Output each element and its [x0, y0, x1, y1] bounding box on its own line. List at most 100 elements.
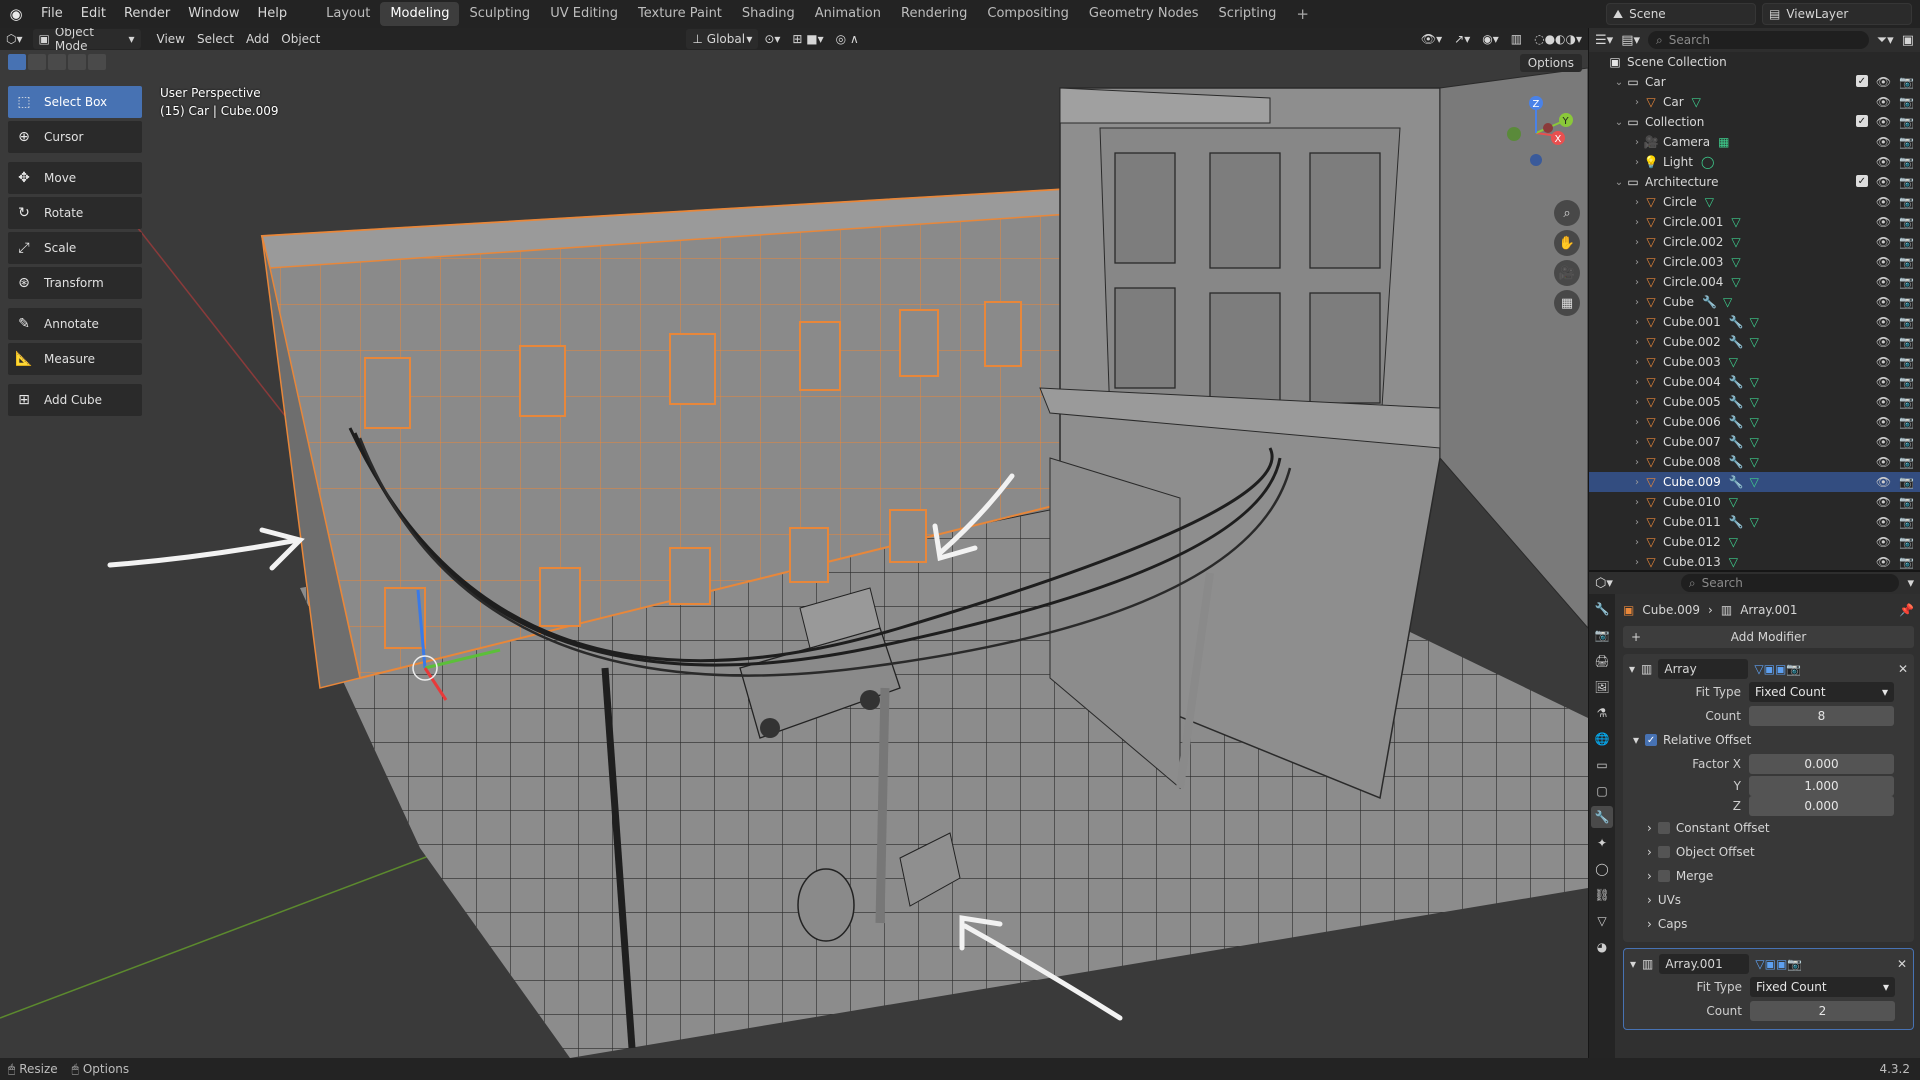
eye-icon[interactable]: 👁: [1876, 535, 1891, 549]
render-camera-icon[interactable]: 📷: [1899, 135, 1914, 149]
gizmo-icon[interactable]: ↗▾: [1448, 29, 1476, 49]
mesh-data-icon[interactable]: ▽: [1729, 355, 1738, 369]
visibility-icon[interactable]: 👁▾: [1415, 29, 1448, 49]
tool-scale[interactable]: ⤢ Scale: [8, 232, 142, 264]
render-camera-icon[interactable]: 📷: [1899, 555, 1914, 569]
expand-chevron-icon[interactable]: ›: [1631, 217, 1643, 228]
pivot-icon[interactable]: ⊙▾: [758, 29, 786, 49]
world-tab-icon[interactable]: 🌐: [1591, 728, 1613, 750]
outliner-row[interactable]: › ▽ Cube.003 ▽ 👁 📷: [1589, 352, 1920, 372]
expand-chevron-icon[interactable]: ›: [1631, 317, 1643, 328]
modifier-wrench-icon[interactable]: 🔧: [1729, 475, 1744, 489]
viewport-options-button[interactable]: Options: [1519, 54, 1582, 72]
collapse-chevron-icon[interactable]: ▾: [1630, 957, 1636, 971]
eye-icon[interactable]: 👁: [1876, 335, 1891, 349]
select-new-icon[interactable]: [8, 54, 26, 70]
render-tab-icon[interactable]: 📷: [1591, 624, 1613, 646]
select-subtract-icon[interactable]: [48, 54, 66, 70]
modifier-tab-icon[interactable]: 🔧: [1591, 806, 1613, 828]
eye-icon[interactable]: 👁: [1876, 155, 1891, 169]
uvs-header[interactable]: › UVs: [1629, 888, 1908, 912]
expand-chevron-icon[interactable]: ›: [1631, 257, 1643, 268]
eye-icon[interactable]: 👁: [1876, 255, 1891, 269]
render-camera-icon[interactable]: 📷: [1899, 355, 1914, 369]
tool-rotate[interactable]: ↻ Rotate: [8, 197, 142, 229]
modifier-wrench-icon[interactable]: 🔧: [1729, 395, 1744, 409]
outliner-row[interactable]: ⌄ ▭ Car ✓ 👁 📷: [1589, 72, 1920, 92]
render-camera-icon[interactable]: 📷: [1899, 415, 1914, 429]
render-camera-icon[interactable]: 📷: [1899, 495, 1914, 509]
exclude-checkbox[interactable]: ✓: [1855, 115, 1868, 127]
modifier-wrench-icon[interactable]: 🔧: [1729, 375, 1744, 389]
expand-chevron-icon[interactable]: ⌄: [1613, 117, 1625, 128]
eye-icon[interactable]: 👁: [1876, 135, 1891, 149]
expand-chevron-icon[interactable]: ›: [1631, 277, 1643, 288]
expand-chevron-icon[interactable]: ›: [1631, 337, 1643, 348]
outliner-row[interactable]: › ▽ Cube.002 🔧 ▽ 👁 📷: [1589, 332, 1920, 352]
outliner-row[interactable]: › ▽ Cube 🔧 ▽ 👁 📷: [1589, 292, 1920, 312]
outliner-row[interactable]: › ▽ Cube.005 🔧 ▽ 👁 📷: [1589, 392, 1920, 412]
relative-offset-checkbox[interactable]: ✓: [1645, 734, 1658, 746]
mode-selector[interactable]: ▣ Object Mode ▾: [32, 28, 141, 53]
outliner-row[interactable]: ▣ Scene Collection: [1589, 52, 1920, 72]
factor-x-field[interactable]: 0.000: [1749, 754, 1894, 774]
eye-icon[interactable]: 👁: [1876, 195, 1891, 209]
eye-icon[interactable]: 👁: [1876, 235, 1891, 249]
render-camera-icon[interactable]: 📷: [1899, 515, 1914, 529]
expand-chevron-icon[interactable]: ›: [1631, 237, 1643, 248]
modifier-wrench-icon[interactable]: 🔧: [1729, 415, 1744, 429]
scene-tab-icon[interactable]: ⚗: [1591, 702, 1613, 724]
expand-chevron-icon[interactable]: ›: [1631, 477, 1643, 488]
render-camera-icon[interactable]: 📷: [1899, 375, 1914, 389]
object-offset-checkbox[interactable]: [1657, 846, 1670, 858]
expand-chevron-icon[interactable]: ›: [1631, 377, 1643, 388]
menu-window[interactable]: Window: [179, 0, 248, 28]
outliner-row[interactable]: › 💡 Light ◯ 👁 📷: [1589, 152, 1920, 172]
mesh-data-icon[interactable]: ▽: [1750, 515, 1759, 529]
exclude-checkbox[interactable]: ✓: [1855, 75, 1868, 87]
tool-measure[interactable]: 📐 Measure: [8, 343, 142, 375]
outliner-row[interactable]: › ▽ Circle.004 ▽ 👁 📷: [1589, 272, 1920, 292]
properties-search[interactable]: ⌕ Search: [1680, 574, 1900, 592]
exclude-checkbox[interactable]: ✓: [1855, 175, 1868, 187]
scene-selector[interactable]: ⛰ Scene: [1606, 3, 1756, 25]
tab-texture-paint[interactable]: Texture Paint: [628, 2, 732, 26]
fit-type-dropdown[interactable]: Fixed Count ▾: [1749, 682, 1894, 702]
eye-icon[interactable]: 👁: [1876, 515, 1891, 529]
eye-icon[interactable]: 👁: [1876, 95, 1891, 109]
modifier-wrench-icon[interactable]: 🔧: [1729, 335, 1744, 349]
render-camera-icon[interactable]: 📷: [1899, 195, 1914, 209]
view-layer-selector[interactable]: ▤ ViewLayer: [1762, 3, 1912, 25]
eye-icon[interactable]: 👁: [1876, 275, 1891, 289]
mesh-data-icon[interactable]: ▽: [1750, 375, 1759, 389]
tab-compositing[interactable]: Compositing: [977, 2, 1079, 26]
outliner-row[interactable]: › ▽ Cube.007 🔧 ▽ 👁 📷: [1589, 432, 1920, 452]
outliner-row[interactable]: › ▽ Cube.010 ▽ 👁 📷: [1589, 492, 1920, 512]
filter-icon[interactable]: ⏷▾: [1877, 33, 1894, 48]
constraints-tab-icon[interactable]: ⛓: [1591, 884, 1613, 906]
eye-icon[interactable]: 👁: [1876, 115, 1891, 129]
menu-file[interactable]: File: [32, 0, 72, 28]
tab-shading[interactable]: Shading: [732, 2, 805, 26]
expand-chevron-icon[interactable]: ⌄: [1613, 177, 1625, 188]
add-modifier-button[interactable]: + Add Modifier: [1623, 626, 1914, 648]
outliner-row[interactable]: › ▽ Cube.013 ▽ 👁 📷: [1589, 552, 1920, 570]
render-camera-icon[interactable]: 📷: [1899, 335, 1914, 349]
tab-modeling[interactable]: Modeling: [380, 2, 460, 26]
tool-add-cube[interactable]: ⊞ Add Cube: [8, 384, 142, 416]
modifier-name-field[interactable]: Array: [1658, 659, 1749, 679]
count-field[interactable]: 2: [1750, 1001, 1895, 1021]
eye-icon[interactable]: 👁: [1876, 295, 1891, 309]
menu-edit[interactable]: Edit: [72, 0, 115, 28]
merge-checkbox[interactable]: [1657, 870, 1670, 882]
camera-data-icon[interactable]: ▦: [1718, 135, 1729, 149]
expand-chevron-icon[interactable]: ›: [1631, 417, 1643, 428]
eye-icon[interactable]: 👁: [1876, 375, 1891, 389]
render-camera-icon[interactable]: 📷: [1899, 95, 1914, 109]
factor-y-field[interactable]: 1.000: [1749, 776, 1894, 796]
menu-render[interactable]: Render: [115, 0, 179, 28]
eye-icon[interactable]: 👁: [1876, 435, 1891, 449]
object-offset-header[interactable]: › Object Offset: [1629, 840, 1908, 864]
modifier-wrench-icon[interactable]: 🔧: [1729, 315, 1744, 329]
mesh-data-icon[interactable]: ▽: [1731, 235, 1740, 249]
